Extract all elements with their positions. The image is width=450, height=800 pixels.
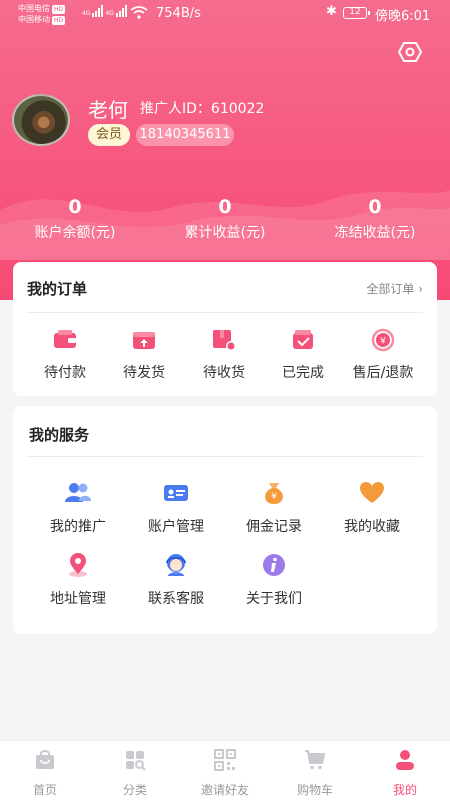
- order-pending-receipt[interactable]: 待收货: [184, 328, 264, 382]
- box-check-icon: [293, 330, 313, 349]
- tab-label: 购物车: [296, 783, 333, 797]
- tab-category[interactable]: 分类: [90, 749, 180, 798]
- member-badge: 会员: [88, 124, 131, 146]
- promoter-label: 推广人ID：: [140, 101, 211, 117]
- order-pending-payment[interactable]: 待付款: [25, 328, 105, 382]
- package-receive-icon: [213, 330, 236, 351]
- service-label: 佣金记录: [246, 519, 302, 535]
- orders-card: 我的订单 全部订单 › 待付款 待发货 待收货 已完成 ¥ 售后/退款: [13, 262, 437, 396]
- service-label: 我的推广: [50, 519, 106, 535]
- tab-label: 首页: [32, 783, 57, 797]
- services-card: 我的服务 我的推广 账户管理 ¥ 佣金记录 我的收藏 地址管理 联系客服 关于我…: [13, 406, 437, 634]
- status-bar: 中国电信 HD 中国移动 HD 4G 4G 754B/s ✱ 12 傍晚6:01: [0, 0, 450, 28]
- order-label: 待付款: [44, 365, 86, 381]
- profile-header: 中国电信 HD 中国移动 HD 4G 4G 754B/s ✱ 12 傍晚6:01 老…: [0, 0, 450, 300]
- stat-frozen-income[interactable]: 0 冻结收益(元): [310, 196, 440, 242]
- tab-cart[interactable]: 购物车: [270, 749, 360, 798]
- bottom-tab-bar: 首页 分类 邀请好友 购物车 我的: [0, 740, 450, 800]
- tab-invite-friends[interactable]: 邀请好友: [180, 749, 270, 798]
- divider: [27, 456, 423, 457]
- signal-bars-icon: [92, 5, 104, 17]
- order-label: 待发货: [123, 365, 165, 381]
- network-type-2: 4G: [105, 10, 114, 17]
- heart-icon: [360, 482, 384, 503]
- service-my-promotion[interactable]: 我的推广: [30, 480, 126, 536]
- services-title: 我的服务: [29, 426, 90, 444]
- service-my-favorites[interactable]: 我的收藏: [324, 480, 420, 536]
- service-label: 地址管理: [50, 591, 106, 607]
- phone-badge: 18140345611: [136, 124, 234, 146]
- service-address-management[interactable]: 地址管理: [30, 552, 126, 608]
- users-icon: [65, 483, 91, 502]
- service-account-management[interactable]: 账户管理: [128, 480, 224, 536]
- info-icon: [263, 554, 285, 576]
- all-orders-link[interactable]: 全部订单 ›: [366, 280, 423, 297]
- status-time: 傍晚6:01: [375, 9, 431, 24]
- order-label: 售后/退款: [352, 365, 414, 381]
- user-icon: [396, 750, 414, 770]
- stat-value: 0: [368, 196, 382, 218]
- nickname: 老何: [88, 98, 128, 122]
- qr-code-icon: [214, 749, 236, 771]
- bluetooth-icon: ✱: [326, 4, 337, 19]
- network-type-1: 4G: [82, 10, 91, 17]
- shopping-bag-icon: [36, 750, 54, 769]
- promoter-id-value: 610022: [210, 101, 265, 117]
- service-commission-records[interactable]: ¥ 佣金记录: [226, 480, 322, 536]
- promoter-id: 推广人ID：610022: [140, 98, 264, 118]
- service-label: 我的收藏: [344, 519, 400, 535]
- stat-label: 冻结收益(元): [334, 225, 416, 241]
- box-upload-icon: [133, 332, 155, 349]
- service-label: 联系客服: [148, 591, 204, 607]
- battery-icon: 12: [343, 7, 370, 19]
- svg-text:¥: ¥: [380, 337, 386, 347]
- service-contact-support[interactable]: 联系客服: [128, 552, 224, 608]
- order-completed[interactable]: 已完成: [263, 328, 343, 382]
- svg-text:¥: ¥: [271, 492, 277, 502]
- order-refund[interactable]: ¥ 售后/退款: [343, 328, 423, 382]
- carrier-1: 中国电信: [18, 4, 50, 13]
- signal-bars-icon: [115, 5, 127, 17]
- hd-badge-1: HD: [52, 5, 66, 14]
- battery-level: 12: [349, 7, 361, 17]
- stat-total-income[interactable]: 0 累计收益(元): [160, 196, 290, 242]
- carrier-info: 中国电信 HD 中国移动 HD: [18, 3, 66, 25]
- order-pending-shipment[interactable]: 待发货: [104, 328, 184, 382]
- service-label: 账户管理: [148, 519, 204, 535]
- stat-label: 累计收益(元): [184, 225, 266, 241]
- order-label: 待收货: [203, 365, 245, 381]
- stat-account-balance[interactable]: 0 账户余额(元): [10, 196, 140, 242]
- refund-icon: ¥: [371, 328, 395, 352]
- settings-icon[interactable]: [398, 40, 422, 64]
- wallet-icon: [54, 330, 76, 348]
- stat-value: 0: [68, 196, 82, 218]
- all-orders-label: 全部订单: [366, 282, 415, 296]
- money-bag-icon: ¥: [265, 483, 283, 504]
- tab-label: 邀请好友: [200, 783, 249, 797]
- hd-badge-2: HD: [52, 16, 66, 25]
- stat-value: 0: [218, 196, 232, 218]
- category-grid-icon: [126, 751, 146, 771]
- orders-title: 我的订单: [27, 280, 88, 298]
- service-label: 关于我们: [246, 591, 302, 607]
- avatar[interactable]: [12, 94, 70, 146]
- tab-mine[interactable]: 我的: [360, 749, 450, 798]
- cart-icon: [305, 750, 326, 770]
- support-agent-icon: [166, 554, 186, 576]
- divider: [27, 312, 423, 313]
- network-speed: 754B/s: [156, 6, 201, 21]
- service-about-us[interactable]: 关于我们: [226, 552, 322, 608]
- tab-label: 分类: [122, 783, 147, 797]
- stat-label: 账户余额(元): [34, 225, 116, 241]
- carrier-2: 中国移动: [18, 15, 50, 24]
- tab-label: 我的: [392, 783, 417, 797]
- chevron-right-icon: ›: [418, 282, 423, 296]
- order-label: 已完成: [282, 365, 324, 381]
- wifi-icon: [130, 6, 148, 19]
- id-card-icon: [164, 485, 188, 501]
- location-pin-icon: [69, 553, 87, 577]
- signal-icons: 4G 4G: [82, 5, 127, 17]
- tab-home[interactable]: 首页: [0, 749, 90, 798]
